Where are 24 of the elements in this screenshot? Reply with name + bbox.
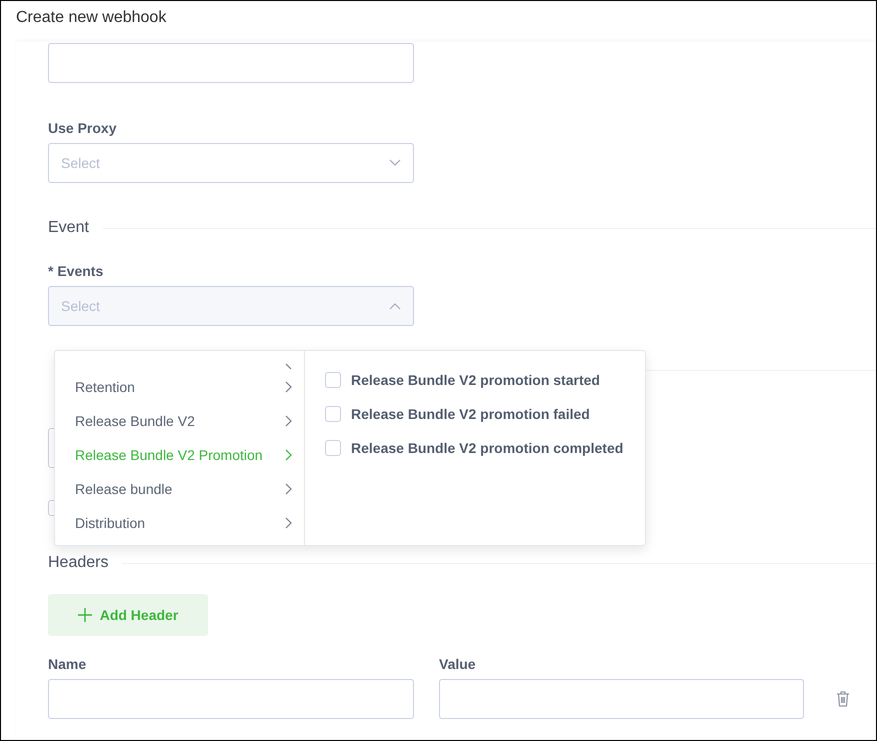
field-label: Use Proxy (48, 120, 118, 136)
window-title: Create new webhook (15, 8, 168, 28)
trash-icon[interactable] (836, 691, 850, 707)
option-label: Release Bundle V2 promotion failed (351, 406, 590, 422)
menu-item[interactable]: Release Bundle V2 (55, 404, 304, 438)
chevron-icon (389, 159, 401, 167)
checkbox[interactable] (325, 406, 341, 422)
menu-item[interactable]: Retention (55, 370, 304, 404)
field-label: Value (439, 656, 477, 672)
option-label: Release Bundle V2 promotion started (351, 372, 600, 388)
section-heading: Event (48, 219, 89, 237)
option-label: Release Bundle V2 promotion completed (351, 440, 624, 456)
checkbox[interactable] (325, 440, 341, 456)
plus-icon (78, 608, 92, 622)
field-label: * Events (48, 263, 104, 279)
checkbox[interactable] (325, 372, 341, 388)
field-label: Name (48, 656, 88, 672)
chevron-icon (389, 302, 401, 310)
url-field[interactable] (48, 43, 414, 83)
section-heading: Headers (48, 554, 108, 572)
menu-item[interactable]: Distribution (55, 506, 304, 540)
menu-item[interactable]: Release bundle (55, 472, 304, 506)
value-field[interactable] (439, 679, 804, 719)
name-field[interactable] (48, 679, 414, 719)
